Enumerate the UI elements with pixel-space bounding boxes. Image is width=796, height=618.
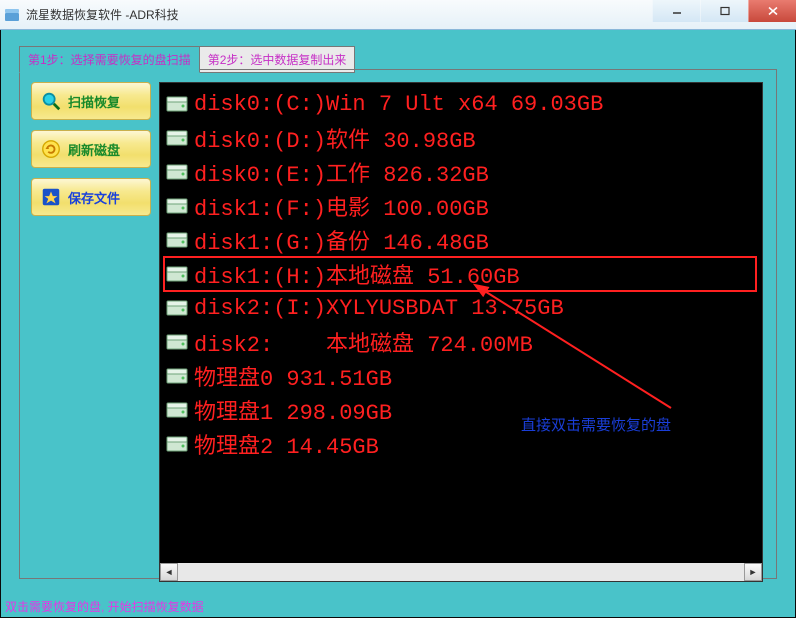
disk-icon [166,130,188,146]
window-buttons [652,0,796,22]
disk-label: 物理盘2 14.45GB [194,428,756,460]
close-button[interactable] [748,0,796,22]
disk-icon [166,232,188,248]
refresh-disk-label: 刷新磁盘 [68,140,120,159]
status-bar: 双击需要恢复的盘, 开始扫描恢复数据 [5,598,204,615]
disk-icon [166,300,188,316]
disk-icon [166,368,188,384]
disk-list: disk0:(C:)Win 7 Ult x64 69.03GB disk0:(D:… [160,83,762,465]
disk-panel: disk0:(C:)Win 7 Ult x64 69.03GB disk0:(D:… [159,82,763,582]
disk-row[interactable]: 物理盘2 14.45GB [166,427,756,461]
disk-icon [166,198,188,214]
disk-icon [166,436,188,452]
disk-icon [166,266,188,282]
disk-row[interactable]: disk0:(E:)工作 826.32GB [166,155,756,189]
disk-icon [166,334,188,350]
save-icon [40,186,62,208]
disk-label: disk1:(F:)电影 100.00GB [194,190,756,222]
save-file-button[interactable]: 保存文件 [31,178,151,216]
minimize-button[interactable] [652,0,700,22]
disk-label: disk1:(G:)备份 146.48GB [194,224,756,256]
disk-row[interactable]: disk2:(I:)XYLYUSBDAT 13.75GB [166,291,756,325]
maximize-button[interactable] [700,0,748,22]
disk-row[interactable]: disk0:(C:)Win 7 Ult x64 69.03GB [166,87,756,121]
window-title: 流星数据恢复软件 -ADR科技 [26,6,179,23]
scan-recover-button[interactable]: 扫描恢复 [31,82,151,120]
scan-recover-label: 扫描恢复 [68,92,120,111]
disk-icon [166,96,188,112]
app-icon [4,7,20,23]
refresh-disk-button[interactable]: 刷新磁盘 [31,130,151,168]
disk-row[interactable]: disk2: 本地磁盘 724.00MB [166,325,756,359]
disk-row[interactable]: disk0:(D:)软件 30.98GB [166,121,756,155]
disk-row[interactable]: disk1:(G:)备份 146.48GB [166,223,756,257]
scroll-left-button[interactable]: ◄ [160,563,178,581]
titlebar: 流星数据恢复软件 -ADR科技 [0,0,796,30]
scroll-right-button[interactable]: ► [744,563,762,581]
disk-label: disk0:(E:)工作 826.32GB [194,156,756,188]
save-file-label: 保存文件 [68,188,120,207]
disk-row[interactable]: disk1:(F:)电影 100.00GB [166,189,756,223]
disk-label: 物理盘0 931.51GB [194,360,756,392]
disk-label: disk2: 本地磁盘 724.00MB [194,326,756,358]
h-scrollbar[interactable]: ◄ ► [160,563,762,581]
sidebar: 扫描恢复 刷新磁盘 保存文件 [31,82,151,226]
disk-label: disk0:(D:)软件 30.98GB [194,122,756,154]
disk-label: 物理盘1 298.09GB [194,394,756,426]
scroll-track[interactable] [178,563,744,581]
client-area: 第1步：选择需要恢复的盘扫描 第2步：选中数据复制出来 扫描恢复 刷新磁盘 保存… [0,30,796,618]
disk-icon [166,402,188,418]
disk-row[interactable]: disk1:(H:)本地磁盘 51.60GB [164,257,756,291]
tab-step1[interactable]: 第1步：选择需要恢复的盘扫描 [19,46,200,73]
disk-row[interactable]: 物理盘1 298.09GB [166,393,756,427]
disk-row[interactable]: 物理盘0 931.51GB [166,359,756,393]
refresh-icon [40,138,62,160]
disk-icon [166,164,188,180]
disk-label: disk1:(H:)本地磁盘 51.60GB [194,258,756,290]
disk-label: disk2:(I:)XYLYUSBDAT 13.75GB [194,296,756,321]
magnifier-icon [40,90,62,112]
disk-label: disk0:(C:)Win 7 Ult x64 69.03GB [194,92,756,117]
